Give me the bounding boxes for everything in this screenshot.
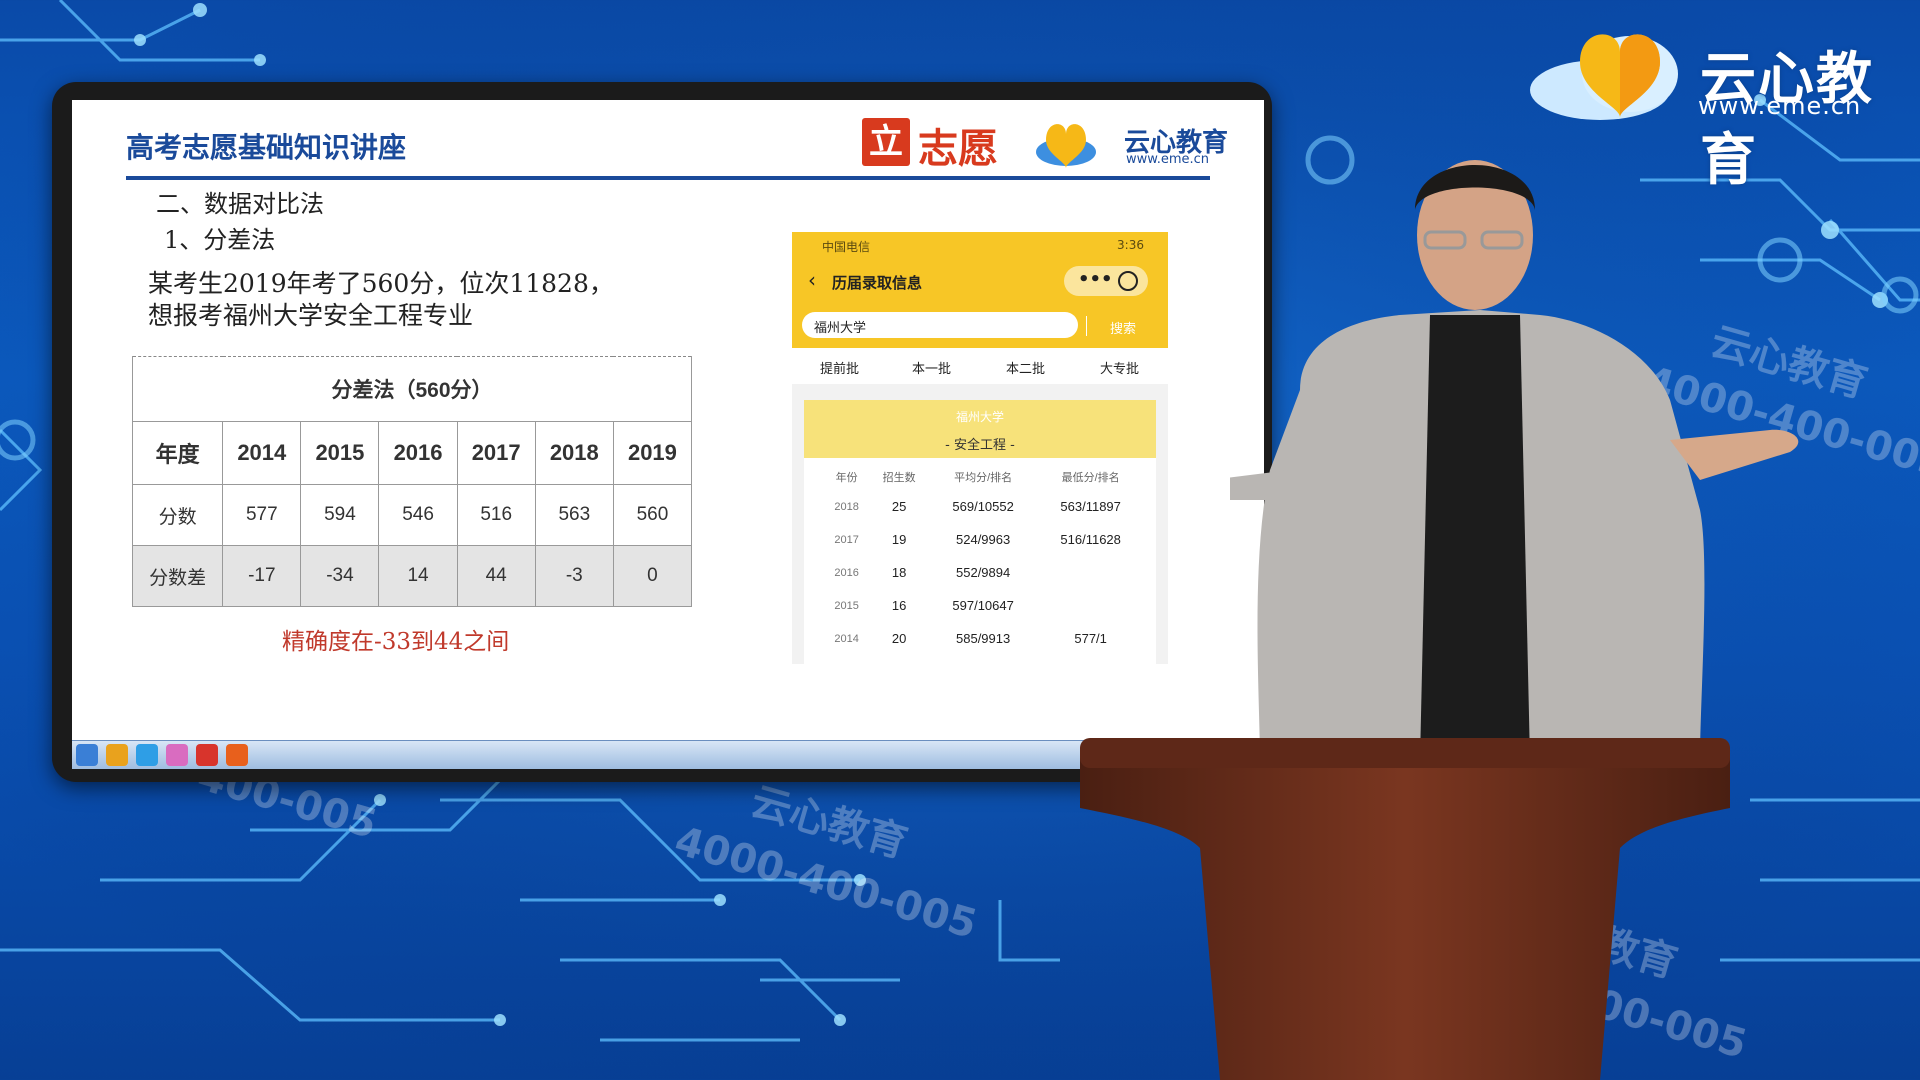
- yunxin-logo-url: www.eme.cn: [1126, 152, 1210, 167]
- admission-row: 2018 25 569/10552 563/11897: [824, 490, 1144, 523]
- more-icon[interactable]: •••: [1078, 269, 1113, 290]
- score-cell: 546: [378, 484, 458, 546]
- enroll-cell: 18: [891, 565, 907, 580]
- browser-icon[interactable]: [136, 744, 158, 766]
- enroll-cell: 20: [891, 631, 907, 646]
- table-header-row: 年度 2014 2015 2016 2017 2018 2019: [131, 421, 693, 485]
- enroll-cell: 25: [891, 499, 907, 514]
- search-button[interactable]: 搜索: [1110, 318, 1136, 337]
- zhiyuan-logo-icon: 立: [862, 118, 910, 166]
- admission-card: 福州大学 - 安全工程 - 年份 招生数 平均分/排名 最低分/排名 2018 …: [804, 400, 1156, 664]
- score-cell: 560: [612, 484, 693, 546]
- presentation-slide: 高考志愿基础知识讲座 立 志愿 云心教育 www.eme.cn 二、数据对比法 …: [72, 100, 1264, 740]
- column-header: 年份: [835, 472, 858, 484]
- problem-line-2: 想报考福州大学安全工程专业: [148, 301, 474, 330]
- avg-cell: 569/10552: [952, 499, 1014, 514]
- table-caption: 分差法（560分）: [132, 356, 692, 422]
- score-cell: 577: [222, 484, 302, 546]
- year-cell: 2016: [834, 566, 859, 579]
- year-cell: 2015: [834, 599, 859, 612]
- year-cell: 2014: [834, 632, 859, 645]
- admission-row: 2014 20 585/9913 577/1: [824, 622, 1144, 655]
- min-cell: [1037, 589, 1144, 622]
- tab-second-batch[interactable]: 本二批: [1006, 358, 1045, 377]
- chrome-icon[interactable]: [106, 744, 128, 766]
- score-difference-table: 分差法（560分） 年度 2014 2015 2016 2017 2018 20…: [131, 356, 693, 607]
- slide-title: 高考志愿基础知识讲座: [126, 132, 407, 163]
- problem-line-1: 某考生2019年考了560分，位次11828，: [148, 269, 614, 298]
- year-cell: 2017: [456, 421, 536, 485]
- presentation-icon[interactable]: [226, 744, 248, 766]
- card-header: 福州大学 - 安全工程 -: [804, 400, 1156, 458]
- table-row: 分数差 -17 -34 14 44 -3 0: [131, 545, 693, 607]
- diff-cell: 0: [612, 545, 693, 607]
- admission-row: 2016 18 552/9894: [824, 556, 1144, 589]
- conclusion-note: 精确度在-33到44之间: [282, 629, 510, 655]
- app-icon[interactable]: [166, 744, 188, 766]
- min-cell: 516/11628: [1060, 532, 1121, 547]
- miniprogram-capsule[interactable]: •••: [1064, 266, 1148, 296]
- diff-cell: 14: [378, 545, 458, 607]
- year-cell: 2017: [834, 533, 859, 546]
- min-cell: 577/1: [1074, 631, 1107, 646]
- search-input[interactable]: 福州大学: [802, 312, 1078, 338]
- start-icon[interactable]: [76, 744, 98, 766]
- subsection-heading: 1、分差法: [164, 226, 276, 254]
- chevron-left-icon[interactable]: ‹: [808, 268, 816, 292]
- avg-cell: 524/9963: [956, 532, 1011, 547]
- row-label: 分数: [131, 484, 224, 546]
- score-cell: 563: [534, 484, 614, 546]
- section-heading: 二、数据对比法: [156, 190, 324, 218]
- zhiyuan-logo-text: 志愿: [918, 126, 998, 172]
- column-header: 最低分/排名: [1061, 472, 1120, 484]
- admission-header-row: 年份 招生数 平均分/排名 最低分/排名: [824, 464, 1144, 490]
- problem-statement: 某考生2019年考了560分，位次11828， 想报考福州大学安全工程专业: [148, 268, 614, 332]
- wps-icon[interactable]: [196, 744, 218, 766]
- search-divider: [1086, 316, 1087, 336]
- column-header: 平均分/排名: [954, 472, 1013, 484]
- diff-cell: 44: [456, 545, 536, 607]
- tab-early-batch[interactable]: 提前批: [820, 358, 859, 377]
- diff-cell: -17: [222, 545, 302, 607]
- score-cell: 594: [300, 484, 380, 546]
- enroll-cell: 16: [891, 598, 907, 613]
- year-cell: 2018: [834, 500, 859, 513]
- year-cell: 2019: [612, 421, 693, 485]
- min-cell: [1037, 556, 1144, 589]
- min-cell: 563/11897: [1060, 499, 1121, 514]
- admission-row: 2017 19 524/9963 516/11628: [824, 523, 1144, 556]
- batch-tabs: 提前批 本一批 本二批 大专批: [792, 348, 1168, 384]
- major-name: - 安全工程 -: [945, 438, 1015, 453]
- year-cell: 2016: [378, 421, 458, 485]
- diff-cell: -3: [534, 545, 614, 607]
- wooden-podium: [1080, 738, 1730, 1080]
- university-name: 福州大学: [955, 410, 1004, 424]
- score-cell: 516: [456, 484, 536, 546]
- search-value: 福州大学: [814, 321, 867, 336]
- year-cell: 2018: [534, 421, 614, 485]
- avg-cell: 552/9894: [956, 565, 1011, 580]
- brand-url: www.eme.cn: [1698, 92, 1862, 120]
- table-row: 分数 577 594 546 516 563 560: [131, 484, 693, 546]
- admission-table: 年份 招生数 平均分/排名 最低分/排名 2018 25 569/10552 5…: [824, 464, 1144, 655]
- enroll-cell: 19: [891, 532, 907, 547]
- title-divider: [126, 176, 1210, 180]
- status-time: 3:36: [1117, 238, 1144, 252]
- column-header: 招生数: [882, 472, 916, 484]
- phone-screenshot: 中国电信 3:36 ‹ 历届录取信息 ••• 福州大学 搜索 提前批 本一批 本…: [792, 232, 1168, 664]
- diff-cell: -34: [300, 545, 380, 607]
- header-label: 年度: [131, 421, 224, 485]
- avg-cell: 597/10647: [952, 598, 1014, 613]
- year-cell: 2014: [222, 421, 302, 485]
- close-target-icon[interactable]: [1118, 271, 1138, 291]
- tab-first-batch[interactable]: 本一批: [912, 358, 951, 377]
- tab-college-batch[interactable]: 大专批: [1100, 358, 1139, 377]
- admission-row: 2015 16 597/10647: [824, 589, 1144, 622]
- year-cell: 2015: [300, 421, 380, 485]
- status-carrier: 中国电信: [822, 240, 871, 254]
- speaker-figure: [1230, 160, 1799, 760]
- phone-page-title: 历届录取信息: [832, 274, 923, 292]
- row-label: 分数差: [131, 545, 224, 607]
- avg-cell: 585/9913: [956, 631, 1011, 646]
